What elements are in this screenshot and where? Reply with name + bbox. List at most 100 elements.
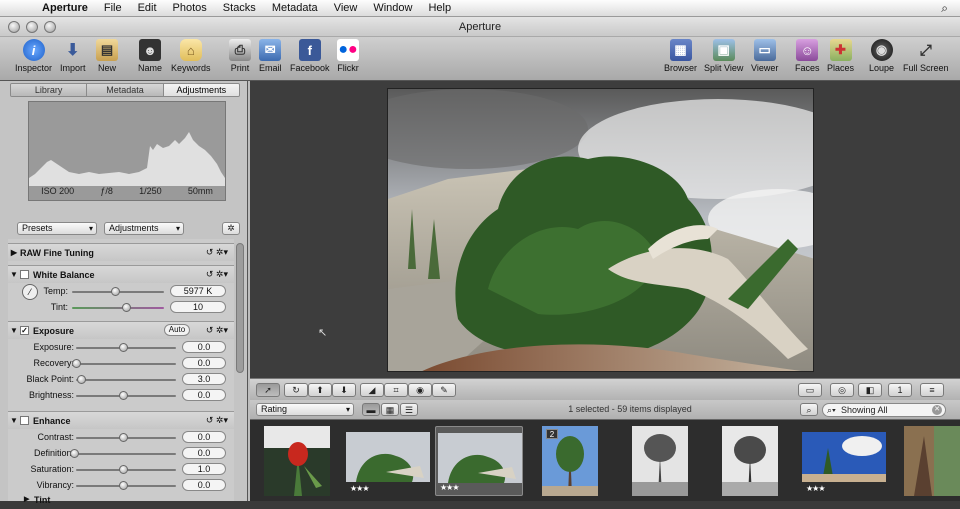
saturation-value-field[interactable]: 1.0: [182, 463, 226, 475]
film-thumb-tall-pine[interactable]: 2: [542, 426, 598, 496]
selection-tool-icon[interactable]: ➚: [256, 383, 280, 397]
viewer-button[interactable]: ▭ Viewer: [751, 39, 778, 73]
film-thumb-tree-1[interactable]: ★★★: [346, 426, 430, 496]
split-view-button[interactable]: ▣ Split View: [704, 39, 743, 73]
brush-tool-icon[interactable]: ✎: [432, 383, 456, 397]
filmstrip-view-icon[interactable]: ▬: [362, 403, 380, 416]
disclosure-triangle-icon[interactable]: ▼: [8, 270, 20, 279]
stamp-tool-icon[interactable]: ⬇: [332, 383, 356, 397]
enhance-tint-row[interactable]: ▶ Tint: [8, 493, 234, 509]
exposure-checkbox[interactable]: ✓: [20, 326, 29, 335]
menu-stacks[interactable]: Stacks: [215, 2, 264, 14]
tint-value-field[interactable]: 10: [170, 301, 226, 313]
faces-button[interactable]: ☺ Faces: [795, 39, 820, 73]
definition-value-field[interactable]: 0.0: [182, 447, 226, 459]
menu-file[interactable]: File: [96, 2, 130, 14]
browser-button[interactable]: ▦ Browser: [664, 39, 697, 73]
menu-view[interactable]: View: [326, 2, 366, 14]
temp-slider-knob[interactable]: [111, 287, 120, 296]
temp-value-field[interactable]: 5977 K: [170, 285, 226, 297]
primary-only-icon[interactable]: ◎: [830, 383, 854, 397]
tab-adjustments[interactable]: Adjustments: [163, 84, 239, 96]
recovery-slider-knob[interactable]: [72, 359, 81, 368]
black-point-slider-track[interactable]: [76, 379, 176, 381]
loupe-button[interactable]: ◉ Loupe: [869, 39, 894, 73]
saturation-slider-knob[interactable]: [119, 465, 128, 474]
red-eye-tool-icon[interactable]: ◉: [408, 383, 432, 397]
white-balance-header[interactable]: ▼ White Balance ↺ ✲▾: [8, 265, 234, 283]
clear-search-icon[interactable]: ✕: [932, 405, 942, 415]
tint-slider-knob[interactable]: [122, 303, 131, 312]
places-button[interactable]: ✚ Places: [827, 39, 854, 73]
enhance-header[interactable]: ▼ Enhance ↺ ✲▾: [8, 411, 234, 429]
stack-mode-icon[interactable]: ◧: [858, 383, 882, 397]
definition-slider-track[interactable]: [76, 453, 176, 455]
email-button[interactable]: ✉ Email: [259, 39, 282, 73]
crop-tool-icon[interactable]: ⌗: [384, 383, 408, 397]
exposure-auto-button[interactable]: Auto: [164, 324, 190, 336]
reset-gear-icon[interactable]: ↺ ✲▾: [206, 269, 228, 280]
single-view-icon[interactable]: 1: [888, 383, 912, 397]
disclosure-triangle-icon[interactable]: ▼: [8, 416, 20, 425]
tab-metadata[interactable]: Metadata: [87, 84, 164, 96]
tab-library[interactable]: Library: [11, 84, 88, 96]
full-screen-button[interactable]: ⤢ Full Screen: [903, 39, 949, 74]
menu-help[interactable]: Help: [420, 2, 459, 14]
adjustments-dropdown[interactable]: Adjustments: [104, 222, 184, 235]
film-thumb-tree-selected[interactable]: ★★★: [435, 426, 523, 496]
definition-slider-knob[interactable]: [70, 449, 79, 458]
adjustments-gear-icon[interactable]: ✲: [222, 222, 240, 235]
eyedropper-icon[interactable]: ⁄: [22, 284, 38, 300]
exposure-value-field[interactable]: 0.0: [182, 341, 226, 353]
name-button[interactable]: ☻ Name: [138, 39, 162, 73]
contrast-value-field[interactable]: 0.0: [182, 431, 226, 443]
reset-gear-icon[interactable]: ↺ ✲▾: [206, 247, 228, 258]
stack-count-badge[interactable]: 2: [546, 429, 558, 439]
white-balance-checkbox[interactable]: [20, 270, 29, 279]
grid-view-icon[interactable]: ▦: [381, 403, 399, 416]
disclosure-triangle-icon[interactable]: ▶: [24, 495, 29, 503]
show-filmstrip-icon[interactable]: ▭: [798, 383, 822, 397]
sort-dropdown[interactable]: Rating: [256, 403, 354, 416]
flickr-button[interactable]: ● ● Flickr: [337, 39, 359, 73]
disclosure-triangle-icon[interactable]: ▼: [8, 326, 20, 335]
keywords-button[interactable]: ⌂ Keywords: [171, 39, 211, 73]
inspector-button[interactable]: i Inspector: [15, 39, 52, 73]
zoom-window-button[interactable]: [44, 21, 56, 33]
film-thumb-flower[interactable]: [264, 426, 330, 496]
rotate-tool-icon[interactable]: ↻: [284, 383, 308, 397]
film-thumb-bw-tree-1[interactable]: [632, 426, 688, 496]
spotlight-search-icon[interactable]: ⌕: [941, 1, 948, 16]
black-point-value-field[interactable]: 3.0: [182, 373, 226, 385]
list-view-icon[interactable]: ☰: [400, 403, 418, 416]
film-thumb-bw-tree-2[interactable]: [722, 426, 778, 496]
vibrancy-value-field[interactable]: 0.0: [182, 479, 226, 491]
tint-slider-track[interactable]: [72, 307, 164, 309]
filter-hud-icon[interactable]: ⌕: [800, 403, 818, 416]
close-window-button[interactable]: [8, 21, 20, 33]
print-button[interactable]: ⎙ Print: [229, 39, 251, 73]
menu-metadata[interactable]: Metadata: [264, 2, 326, 14]
lift-tool-icon[interactable]: ⬆: [308, 383, 332, 397]
raw-fine-tuning-header[interactable]: ▶ RAW Fine Tuning ↺ ✲▾: [8, 243, 234, 261]
film-thumb-partial[interactable]: [904, 426, 960, 496]
reset-gear-icon[interactable]: ↺ ✲▾: [206, 415, 228, 426]
brightness-slider-knob[interactable]: [119, 391, 128, 400]
presets-dropdown[interactable]: Presets: [17, 222, 97, 235]
minimize-window-button[interactable]: [26, 21, 38, 33]
menu-edit[interactable]: Edit: [130, 2, 165, 14]
inspector-scrollbar[interactable]: [236, 243, 244, 373]
exposure-slider-knob[interactable]: [119, 343, 128, 352]
contrast-slider-knob[interactable]: [119, 433, 128, 442]
brightness-value-field[interactable]: 0.0: [182, 389, 226, 401]
filter-search-field[interactable]: ⌕▾ Showing All ✕: [822, 403, 946, 417]
vibrancy-slider-knob[interactable]: [119, 481, 128, 490]
recovery-value-field[interactable]: 0.0: [182, 357, 226, 369]
reset-gear-icon[interactable]: ↺ ✲▾: [206, 325, 228, 336]
recovery-slider-track[interactable]: [76, 363, 176, 365]
multi-view-icon[interactable]: ≡: [920, 383, 944, 397]
straighten-tool-icon[interactable]: ◢: [360, 383, 384, 397]
new-button[interactable]: ▤ New: [96, 39, 118, 73]
main-photo[interactable]: [387, 88, 814, 372]
enhance-checkbox[interactable]: [20, 416, 29, 425]
